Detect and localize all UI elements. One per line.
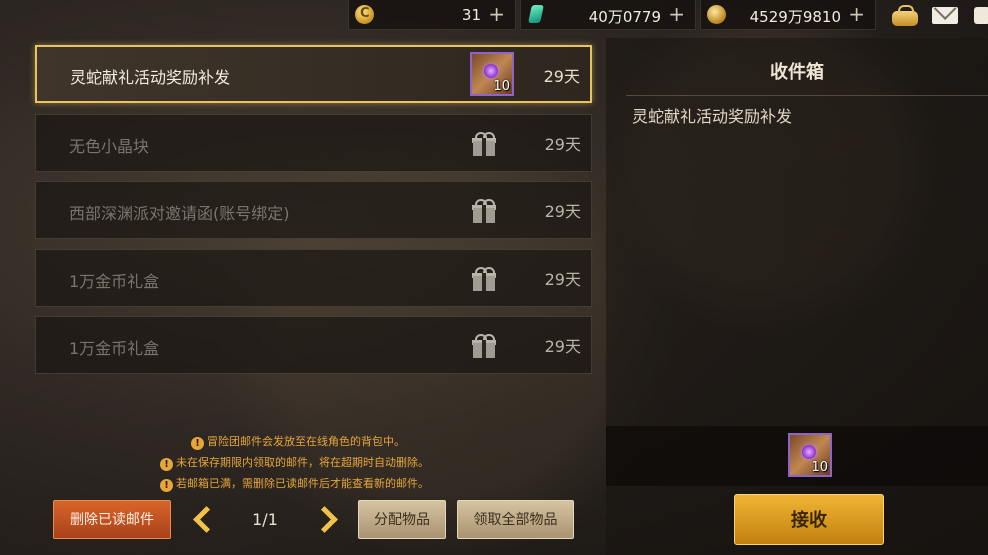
gift-icon bbox=[472, 132, 496, 156]
purse-icon[interactable] bbox=[890, 2, 920, 28]
mail-item-selected[interactable]: 灵蛇献礼活动奖励补发 10 29天 bbox=[35, 45, 592, 103]
mail-title: 无色小晶块 bbox=[69, 137, 150, 156]
purple-orb-icon bbox=[802, 445, 816, 459]
item-thumbnail: 10 bbox=[470, 52, 514, 96]
c-coin-value: 31 bbox=[461, 6, 481, 24]
gift-icon bbox=[472, 267, 496, 291]
add-c-coin-button[interactable]: + bbox=[488, 2, 505, 26]
receive-button[interactable]: 接收 bbox=[734, 494, 884, 545]
divider bbox=[626, 95, 988, 96]
page-indicator: 1/1 bbox=[252, 510, 278, 529]
mail-title: 西部深渊派对邀请函(账号绑定) bbox=[69, 204, 290, 223]
menu-icon[interactable] bbox=[972, 2, 988, 28]
attachment-count: 10 bbox=[811, 460, 828, 475]
warning-icon: ! bbox=[191, 437, 204, 450]
next-page-icon[interactable] bbox=[315, 505, 337, 533]
mail-item[interactable]: 西部深渊派对邀请函(账号绑定) 29天 bbox=[35, 181, 592, 239]
distribute-items-button[interactable]: 分配物品 bbox=[358, 500, 446, 539]
attachment-bar: 10 bbox=[606, 426, 988, 486]
notice-1: ! 冒险团邮件会发放至在线角色的背包中。 bbox=[191, 433, 405, 450]
mail-days: 29天 bbox=[544, 135, 581, 154]
notice-2: ! 未在保存期限内领取的邮件，将在超期时自动删除。 bbox=[160, 454, 429, 471]
currency-gold: 4529万9810 + bbox=[700, 0, 876, 30]
purple-orb-icon bbox=[484, 64, 498, 78]
mail-title: 灵蛇献礼活动奖励补发 bbox=[70, 68, 231, 87]
delete-read-button[interactable]: 删除已读邮件 bbox=[53, 500, 171, 539]
add-gold-button[interactable]: + bbox=[848, 2, 865, 26]
gift-icon bbox=[472, 199, 496, 223]
item-count: 10 bbox=[493, 79, 510, 94]
mail-icon[interactable] bbox=[931, 2, 961, 28]
currency-c-coin: C 31 + bbox=[348, 0, 516, 30]
green-gem-icon bbox=[527, 5, 546, 24]
gold-coin-icon bbox=[707, 5, 726, 24]
attachment-item[interactable]: 10 bbox=[788, 433, 832, 477]
gift-icon bbox=[472, 334, 496, 358]
inbox-title: 收件箱 bbox=[770, 62, 824, 83]
currency-gem: 40万0779 + bbox=[520, 0, 696, 30]
currency-bar: C 31 + 40万0779 + 4529万9810 + bbox=[0, 0, 988, 32]
claim-all-button[interactable]: 领取全部物品 bbox=[457, 500, 574, 539]
prev-page-icon[interactable] bbox=[189, 505, 211, 533]
mail-days: 29天 bbox=[544, 337, 581, 356]
add-gem-button[interactable]: + bbox=[668, 2, 685, 26]
mail-days: 29天 bbox=[544, 270, 581, 289]
mail-item[interactable]: 1万金币礼盒 29天 bbox=[35, 249, 592, 307]
mail-title: 1万金币礼盒 bbox=[69, 272, 160, 291]
c-coin-icon: C bbox=[355, 5, 374, 24]
mail-content: 灵蛇献礼活动奖励补发 bbox=[632, 107, 793, 126]
gold-value: 4529万9810 bbox=[749, 8, 841, 26]
gem-value: 40万0779 bbox=[588, 8, 661, 26]
mail-days: 29天 bbox=[543, 67, 580, 86]
mail-title: 1万金币礼盒 bbox=[69, 339, 160, 358]
mail-days: 29天 bbox=[544, 202, 581, 221]
notice-3: ! 若邮箱已满，需删除已读邮件后才能查看新的邮件。 bbox=[160, 475, 429, 492]
warning-icon: ! bbox=[160, 458, 173, 471]
mail-item[interactable]: 无色小晶块 29天 bbox=[35, 114, 592, 172]
warning-icon: ! bbox=[160, 479, 173, 492]
mail-item[interactable]: 1万金币礼盒 29天 bbox=[35, 316, 592, 374]
